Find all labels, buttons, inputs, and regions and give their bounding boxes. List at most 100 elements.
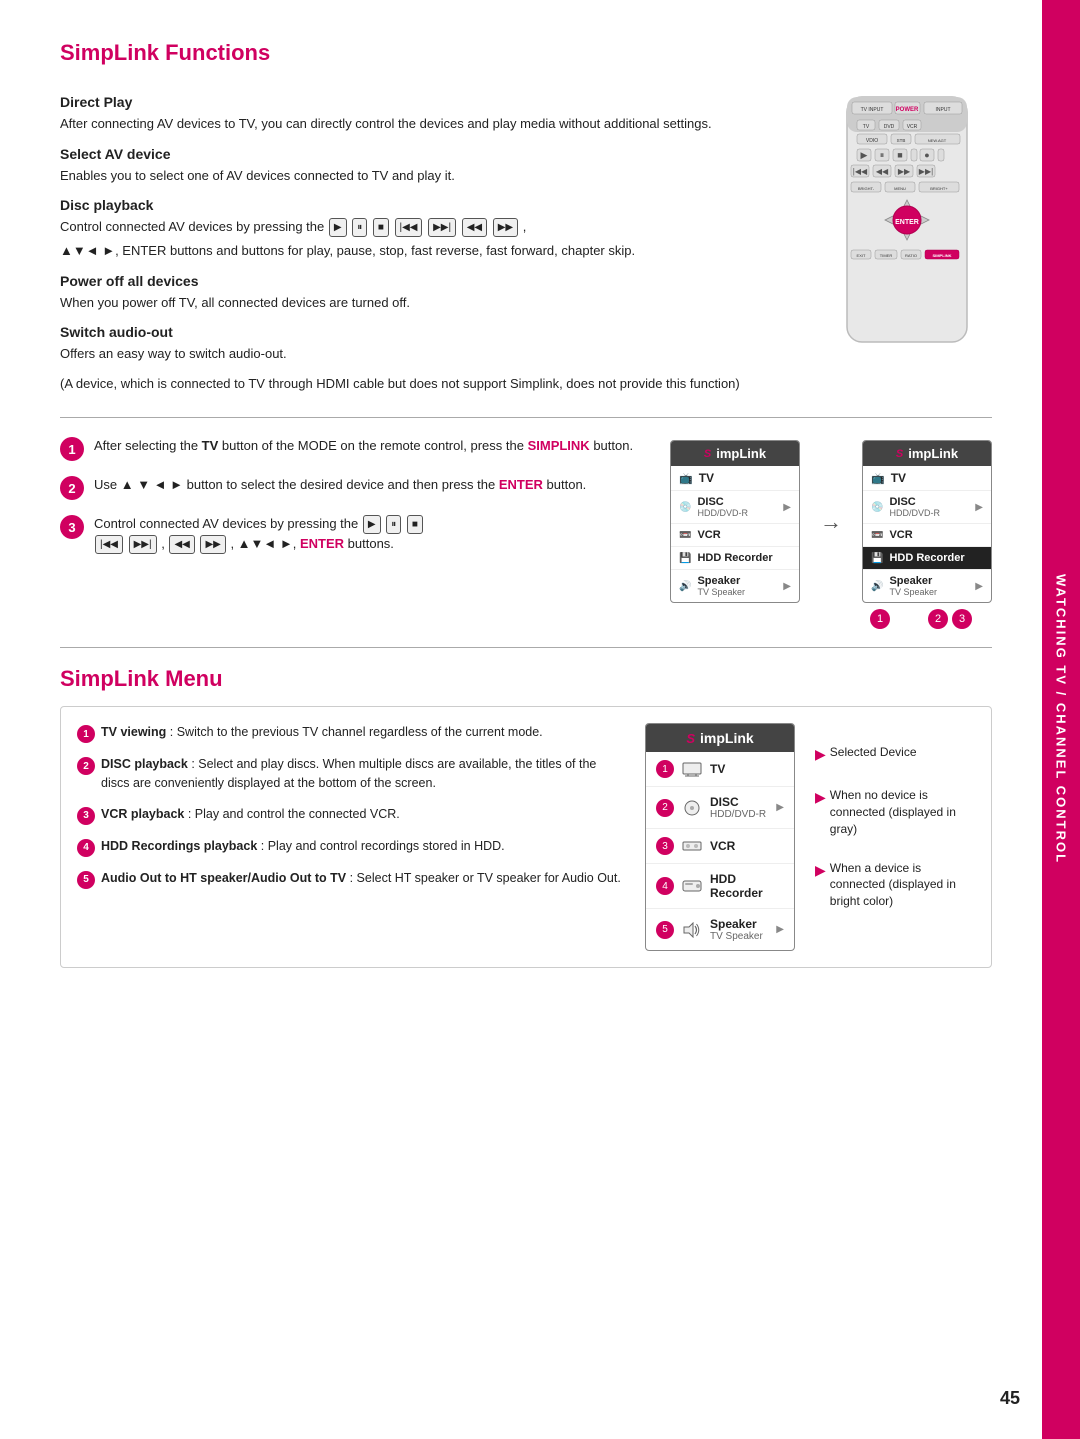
- panel1-tv-label: TV: [699, 471, 714, 485]
- direct-play-section: Direct Play After connecting AV devices …: [60, 94, 802, 134]
- panel2-tv-item: 📺 TV: [863, 466, 991, 491]
- big-simplink-panel: S impLink 1 TV 2: [645, 723, 795, 951]
- big-panel-container: S impLink 1 TV 2: [645, 723, 795, 951]
- panel1-speaker-item: 🔊 Speaker TV Speaker ▶: [671, 570, 799, 602]
- menu-item-4-desc: : Play and control recordings stored in …: [257, 839, 504, 853]
- big-disc-arrow: ▶: [776, 802, 784, 813]
- steps-area: 1 After selecting the TV button of the M…: [60, 436, 992, 603]
- svg-text:MENU: MENU: [894, 186, 906, 191]
- big-disc-num: 2: [656, 799, 674, 817]
- svg-text:TIMER: TIMER: [880, 253, 893, 258]
- panel1-hdd-icon: 💾: [679, 553, 691, 564]
- menu-item-5-row: 5 Audio Out to HT speaker/Audio Out to T…: [77, 869, 625, 889]
- step-2-circle: 2: [60, 476, 84, 500]
- menu-list-col: 1 TV viewing : Switch to the previous TV…: [77, 723, 625, 951]
- menu-item-4-title: HDD Recordings playback: [101, 839, 257, 853]
- rew-btn-icon: ◀◀: [462, 218, 487, 237]
- switch-audio-text: Offers an easy way to switch audio-out.: [60, 344, 802, 364]
- panel2-tv-icon: 📺: [871, 472, 885, 485]
- svg-text:▶▶|: ▶▶|: [919, 167, 933, 176]
- simplink-menu-title: SimpLink Menu: [60, 666, 992, 692]
- svg-text:NEW.AGT: NEW.AGT: [928, 138, 947, 143]
- select-av-section: Select AV device Enables you to select o…: [60, 146, 802, 186]
- switch-audio-title: Switch audio-out: [60, 324, 802, 340]
- panel2-disc-arrow: ▶: [975, 502, 983, 513]
- fwd-btn-icon: ▶▶: [493, 218, 518, 237]
- menu-item-5-text: Audio Out to HT speaker/Audio Out to TV …: [101, 869, 621, 888]
- menu-num-1: 1: [77, 725, 95, 743]
- annotation-selected: ▶ Selected Device: [815, 744, 975, 765]
- menu-item-4-text: HDD Recordings playback : Play and contr…: [101, 837, 505, 856]
- menu-item-3-text: VCR playback : Play and control the conn…: [101, 805, 400, 824]
- annotation-device-connected-text: When a device is connected (displayed in…: [830, 860, 975, 910]
- power-off-title: Power off all devices: [60, 273, 802, 289]
- big-speaker-num: 5: [656, 921, 674, 939]
- power-off-text: When you power off TV, all connected dev…: [60, 293, 802, 313]
- panel1-header: S impLink: [671, 441, 799, 466]
- disc-playback-title: Disc playback: [60, 197, 802, 213]
- direct-play-title: Direct Play: [60, 94, 802, 110]
- svg-text:SIMPLINK: SIMPLINK: [932, 253, 951, 258]
- svg-text:EXIT: EXIT: [857, 253, 866, 258]
- ffwd-btn-icon: ▶▶|: [428, 218, 456, 237]
- step3-prev-icon: |◀◀: [95, 535, 123, 554]
- annotation-no-device-arrow: ▶: [815, 788, 826, 808]
- panel2-speaker-item: 🔊 Speaker TV Speaker ▶: [863, 570, 991, 602]
- panel1-disc-sublabel: HDD/DVD-R: [697, 508, 748, 518]
- step-num-3: 3: [952, 609, 972, 629]
- big-speaker-item: 5 Speaker TV Speaker ▶: [646, 909, 794, 950]
- step-nums-1: 1: [870, 609, 890, 629]
- big-panel-s-logo: S: [686, 731, 695, 746]
- main-content: SimpLink Functions Direct Play After con…: [0, 0, 1042, 1439]
- annotation-device-connected: ▶ When a device is connected (displayed …: [815, 860, 975, 910]
- annotation-no-device-text: When no device is connected (displayed i…: [830, 787, 975, 837]
- top-area: Direct Play After connecting AV devices …: [60, 82, 992, 397]
- annotation-selected-arrow: ▶: [815, 745, 826, 765]
- panel1-vcr-icon: 📼: [679, 530, 691, 541]
- text-column: Direct Play After connecting AV devices …: [60, 82, 802, 397]
- menu-num-4: 4: [77, 839, 95, 857]
- svg-text:DVD: DVD: [884, 124, 895, 130]
- svg-text:⏸: ⏸: [880, 150, 885, 160]
- panel1-disc-arrow: ▶: [783, 502, 791, 513]
- big-vcr-icon: [682, 838, 702, 854]
- big-tv-num: 1: [656, 760, 674, 778]
- big-speaker-sublabel: TV Speaker: [710, 931, 768, 942]
- panel2-speaker-labels: Speaker TV Speaker: [889, 575, 937, 597]
- side-tab: WATCHING TV / CHANNEL CONTROL: [1042, 0, 1080, 1439]
- steps-text-col: 1 After selecting the TV button of the M…: [60, 436, 660, 603]
- step-nums-row: 1 2 3: [60, 609, 972, 629]
- svg-text:TV: TV: [863, 124, 870, 130]
- step-1-row: 1 After selecting the TV button of the M…: [60, 436, 660, 461]
- panel2-vcr-label: VCR: [889, 529, 912, 541]
- big-panel-header: S impLink: [646, 724, 794, 752]
- panel2-disc-labels: DISC HDD/DVD-R: [889, 496, 940, 518]
- step3-stop-icon: ■: [407, 515, 423, 534]
- step3-rew-icon: ◀◀: [169, 535, 194, 554]
- big-disc-icon: [682, 800, 702, 816]
- direct-play-text: After connecting AV devices to TV, you c…: [60, 114, 802, 134]
- panel2-hdd-label: HDD Recorder: [889, 552, 964, 564]
- menu-item-1-row: 1 TV viewing : Switch to the previous TV…: [77, 723, 625, 743]
- menu-item-5-title: Audio Out to HT speaker/Audio Out to TV: [101, 871, 346, 885]
- panel2-header: S impLink: [863, 441, 991, 466]
- prev-btn-icon: |◀◀: [395, 218, 423, 237]
- svg-text:◀◀: ◀◀: [876, 167, 889, 176]
- pause-btn-icon: ⏸: [352, 218, 367, 237]
- big-disc-label: DISC: [710, 795, 768, 809]
- annotation-device-connected-arrow: ▶: [815, 861, 826, 881]
- panel1-vcr-item: 📼 VCR: [671, 524, 799, 547]
- step3-next-icon: ▶▶|: [129, 535, 157, 554]
- panel1-speaker-label: Speaker: [697, 575, 745, 587]
- big-hdd-num: 4: [656, 877, 674, 895]
- panel2-hdd-icon: 💾: [871, 553, 883, 564]
- menu-num-5: 5: [77, 871, 95, 889]
- panel1-speaker-labels: Speaker TV Speaker: [697, 575, 745, 597]
- disc-playback-section: Disc playback Control connected AV devic…: [60, 197, 802, 261]
- disc-playback-text2: ▲▼◄ ►, ENTER buttons and buttons for pla…: [60, 241, 802, 261]
- menu-item-2-title: DISC playback: [101, 757, 188, 771]
- panel2-tv-label: TV: [891, 471, 906, 485]
- remote-svg: TV INPUT POWER INPUT TV DVD VCR: [827, 92, 987, 352]
- big-speaker-icon: [682, 922, 702, 938]
- stop-btn-icon: ■: [373, 218, 389, 237]
